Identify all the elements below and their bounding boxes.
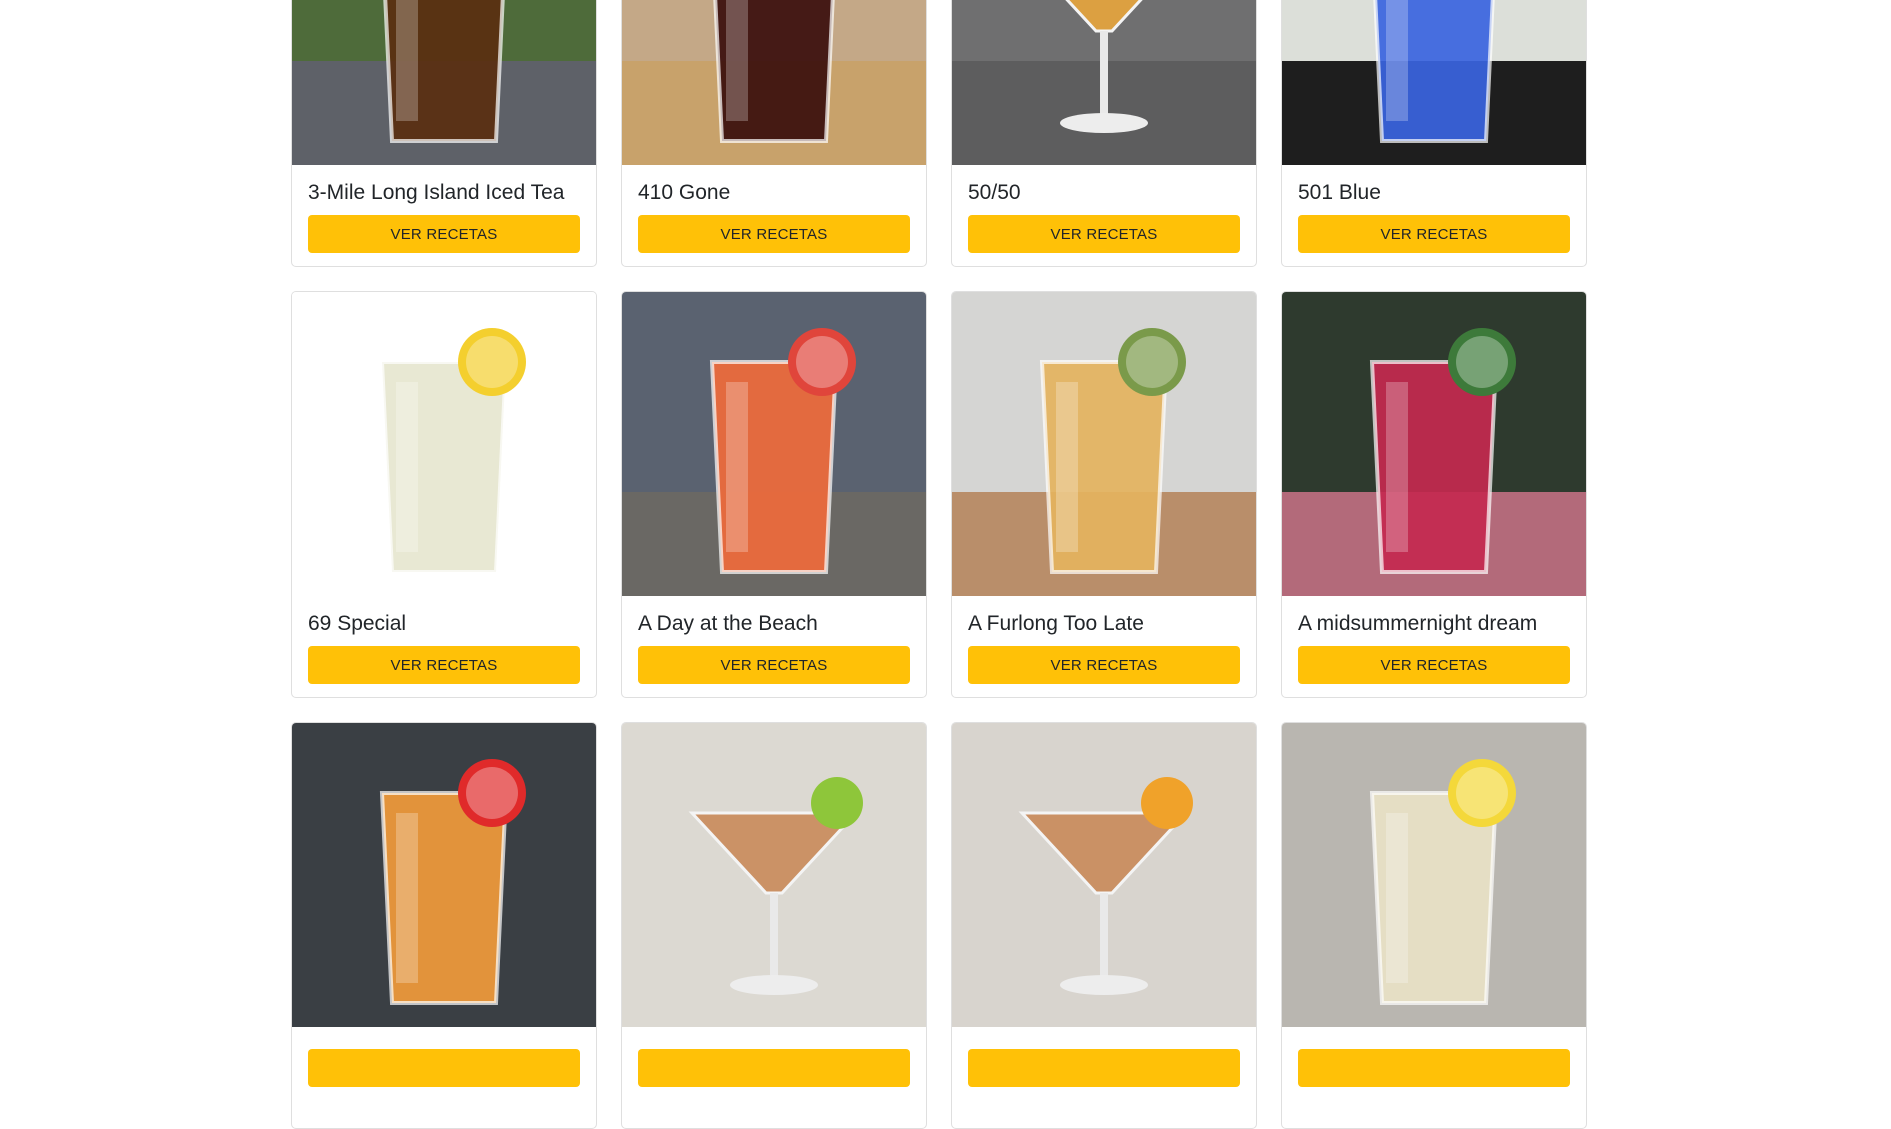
lime-martini-icon — [622, 723, 926, 1027]
berry-cocktail-icon — [1282, 292, 1586, 596]
martini-glass-base — [730, 975, 818, 995]
ver-recetas-button[interactable] — [308, 1049, 580, 1087]
cocktail-card — [1281, 722, 1587, 1129]
cocktail-image[interactable] — [292, 292, 596, 596]
cocktail-image[interactable] — [1282, 0, 1586, 165]
cocktail-image[interactable] — [1282, 723, 1586, 1027]
glass-highlight — [396, 0, 418, 121]
martini-glass-stem — [770, 893, 778, 983]
cocktail-card: A Furlong Too Late VER RECETAS — [951, 291, 1257, 698]
cocktail-name: A Day at the Beach — [638, 612, 818, 635]
ver-recetas-button[interactable]: VER RECETAS — [638, 646, 910, 684]
ver-recetas-button[interactable]: VER RECETAS — [308, 646, 580, 684]
martini-glass-stem — [1100, 31, 1108, 121]
garnish-inner — [466, 767, 518, 819]
cocktail-name: 69 Special — [308, 612, 407, 635]
ver-recetas-button[interactable]: VER RECETAS — [308, 215, 580, 253]
cocktail-name: 50/50 — [968, 181, 1021, 204]
ver-recetas-button[interactable] — [638, 1049, 910, 1087]
cocktail-card: 50/50 VER RECETAS — [951, 0, 1257, 267]
martini-glass-base — [1060, 113, 1148, 133]
cocktail-name: 501 Blue — [1298, 181, 1381, 204]
cocktail-image[interactable] — [292, 0, 596, 165]
ginger-highball-icon — [952, 292, 1256, 596]
glass-highlight — [726, 0, 748, 121]
glass-highlight — [396, 813, 418, 983]
cocktail-image[interactable] — [952, 292, 1256, 596]
martini-glass-stem — [1100, 893, 1108, 983]
cocktail-image[interactable] — [622, 292, 926, 596]
cocktail-image[interactable] — [622, 723, 926, 1027]
garnish — [1141, 777, 1193, 829]
martini-glass-base — [1060, 975, 1148, 995]
cocktail-card — [621, 722, 927, 1129]
cocktail-name: A midsummernight dream — [1298, 612, 1538, 635]
cocktail-card: 501 Blue VER RECETAS — [1281, 0, 1587, 267]
ver-recetas-button[interactable]: VER RECETAS — [968, 646, 1240, 684]
glass-highlight — [1386, 813, 1408, 983]
ver-recetas-button[interactable]: VER RECETAS — [638, 215, 910, 253]
glass-highlight — [1056, 382, 1078, 552]
cocktail-card: 410 Gone VER RECETAS — [621, 0, 927, 267]
cocktail-image[interactable] — [622, 0, 926, 165]
cocktail-name: 3-Mile Long Island Iced Tea — [308, 181, 565, 204]
cocktail-card: A midsummernight dream VER RECETAS — [1281, 291, 1587, 698]
cocktail-image[interactable] — [1282, 292, 1586, 596]
cocktail-card: 3-Mile Long Island Iced Tea VER RECETAS — [291, 0, 597, 267]
cocktail-card: A Day at the Beach VER RECETAS — [621, 291, 927, 698]
cocktail-image[interactable] — [952, 723, 1256, 1027]
cocktail-grid: 3-Mile Long Island Iced Tea VER RECETAS … — [291, 0, 1587, 1129]
garnish-inner — [466, 336, 518, 388]
cocktail-image[interactable] — [952, 0, 1256, 165]
ver-recetas-button[interactable] — [968, 1049, 1240, 1087]
cocktail-name: 410 Gone — [638, 181, 731, 204]
sunrise-cocktail-icon — [622, 292, 926, 596]
martini-glass-icon — [952, 0, 1256, 165]
cocktail-card — [291, 722, 597, 1129]
ver-recetas-button[interactable]: VER RECETAS — [968, 215, 1240, 253]
cocktail-card: 69 Special VER RECETAS — [291, 291, 597, 698]
cocktail-name: A Furlong Too Late — [968, 612, 1144, 635]
garnish-inner — [1126, 336, 1178, 388]
ver-recetas-button[interactable] — [1298, 1049, 1570, 1087]
garnish-inner — [796, 336, 848, 388]
iced-tea-highball-icon — [292, 0, 596, 165]
blue-cocktail-highball-icon — [1282, 0, 1586, 165]
ver-recetas-button[interactable]: VER RECETAS — [1298, 646, 1570, 684]
lemon-iced-drink-icon — [1282, 723, 1586, 1027]
garnish-inner — [1456, 767, 1508, 819]
cocktail-card — [951, 722, 1257, 1129]
glass-highlight — [1386, 0, 1408, 121]
glass-highlight — [1386, 382, 1408, 552]
orange-cocktail-icon — [292, 723, 596, 1027]
garnish — [811, 777, 863, 829]
dark-cocktail-rocks-icon — [622, 0, 926, 165]
orange-martini-icon — [952, 723, 1256, 1027]
lemon-cocktail-rocks-icon — [292, 292, 596, 596]
cocktail-image[interactable] — [292, 723, 596, 1027]
glass-highlight — [396, 382, 418, 552]
garnish-inner — [1456, 336, 1508, 388]
ver-recetas-button[interactable]: VER RECETAS — [1298, 215, 1570, 253]
glass-highlight — [726, 382, 748, 552]
